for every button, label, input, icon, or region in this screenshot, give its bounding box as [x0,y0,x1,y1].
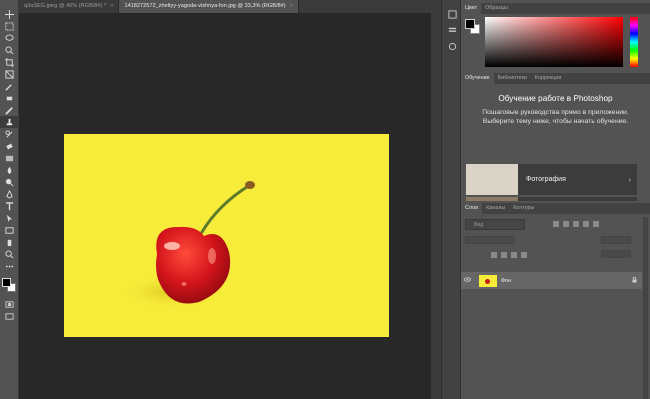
gradient-icon[interactable] [0,152,19,164]
learn-description: Пошаговые руководства прямо в приложении… [482,109,629,125]
move-icon[interactable] [0,8,19,20]
properties-icon[interactable] [442,22,462,38]
history-icon[interactable] [442,6,462,22]
color-panel-tabs: Цвет Образцы [461,3,650,14]
tab-libraries[interactable]: Библиотеки [494,73,531,84]
layers-panel-tabs: Слои Каналы Контуры [461,203,650,214]
layers-scrollbar[interactable] [643,217,648,399]
lock-icon [632,276,642,285]
tab-layers[interactable]: Слои [461,203,483,214]
toolbar-grip [0,0,18,8]
learn-card-label: Фотография [526,176,566,183]
fill-field[interactable] [601,250,631,258]
tab-learn[interactable]: Обучение [461,73,494,84]
blur-icon[interactable] [0,164,19,176]
color-swatches-mini[interactable] [0,276,18,298]
healing-icon[interactable] [0,92,19,104]
layer-filter-icons[interactable] [553,221,599,227]
dodge-icon[interactable] [0,176,19,188]
layer-filter-input[interactable]: Вид [465,219,525,230]
document-tab-bar: q3aSEG.jpeg @ 40% (RGB/8#) * × 141827257… [19,0,431,13]
panel-icon-strip [441,0,461,399]
color-picker [461,14,650,71]
right-panels: Цвет Образцы Обучение Библиотеки Коррекц… [461,0,650,399]
hand-icon[interactable] [0,236,19,248]
close-icon[interactable]: × [290,0,293,13]
cherry-photo [64,134,389,337]
eye-icon[interactable] [461,277,473,284]
panel-gutter [431,0,441,399]
crop-icon[interactable] [0,56,19,68]
learn-content: Обучение работе в Photoshop Пошаговые ру… [461,84,650,201]
layers-panel: Слои Каналы Контуры Вид Фон [461,203,650,399]
foreground-swatch[interactable] [2,278,11,287]
eyedropper-icon[interactable] [0,80,19,92]
tab-paths[interactable]: Контуры [509,203,538,214]
screen-mode-icon[interactable] [0,310,19,322]
doc-tab-2-label: 1418272572_zheltyy-yagoda-vishnya-fon.jp… [124,3,286,9]
photography-thumbnail [466,164,518,195]
canvas-area[interactable] [19,13,431,399]
zoom-icon[interactable] [0,248,19,260]
frame-icon[interactable] [0,68,19,80]
layer-name: Фон [501,277,512,284]
tab-color[interactable]: Цвет [461,3,482,14]
pen-icon[interactable] [0,188,19,200]
quick-select-icon[interactable] [0,44,19,56]
type-icon[interactable] [0,200,19,212]
layer-row[interactable]: Фон [461,272,642,289]
adjustments-icon[interactable] [442,38,462,54]
marquee-icon[interactable] [0,20,19,32]
layers-content: Вид Фон [461,214,650,399]
next-card-thumbnail [466,197,518,201]
color-field[interactable] [485,17,623,67]
doc-tab-1[interactable]: q3aSEG.jpeg @ 40% (RGB/8#) * × [19,0,120,13]
more-icon[interactable] [0,260,19,272]
document-image[interactable] [64,134,389,337]
doc-tab-2[interactable]: 1418272572_zheltyy-yagoda-vishnya-fon.jp… [119,0,299,13]
layer-thumbnail [479,274,497,287]
hue-slider[interactable] [630,17,638,67]
brush-icon[interactable] [0,104,19,116]
doc-tab-1-label: q3aSEG.jpeg @ 40% (RGB/8#) * [24,3,107,9]
path-select-icon[interactable] [0,212,19,224]
eraser-icon[interactable] [0,140,19,152]
learn-card-photography[interactable]: Фотография › [466,164,637,195]
quick-mask-icon[interactable] [0,298,19,310]
learn-title: Обучение работе в Photoshop [498,94,613,103]
rectangle-icon[interactable] [0,224,19,236]
clone-stamp-icon[interactable] [0,116,19,128]
learn-panel: Обучение Библиотеки Коррекция Обучение р… [461,73,650,201]
learn-card-next[interactable] [466,197,637,201]
blend-mode-select[interactable] [465,236,515,244]
color-panel: Цвет Образцы [461,3,650,71]
tab-swatches[interactable]: Образцы [481,3,512,14]
close-icon[interactable]: × [110,0,113,13]
tab-adjustments[interactable]: Коррекция [531,73,566,84]
lock-icons[interactable] [491,252,527,258]
opacity-field[interactable] [601,236,631,244]
lasso-icon[interactable] [0,32,19,44]
tab-channels[interactable]: Каналы [482,203,509,214]
history-brush-icon[interactable] [0,128,19,140]
tools-toolbar [0,0,19,399]
chevron-right-icon: › [628,175,631,184]
learn-panel-tabs: Обучение Библиотеки Коррекция [461,73,650,84]
foreground-color-swatch[interactable] [465,19,475,29]
